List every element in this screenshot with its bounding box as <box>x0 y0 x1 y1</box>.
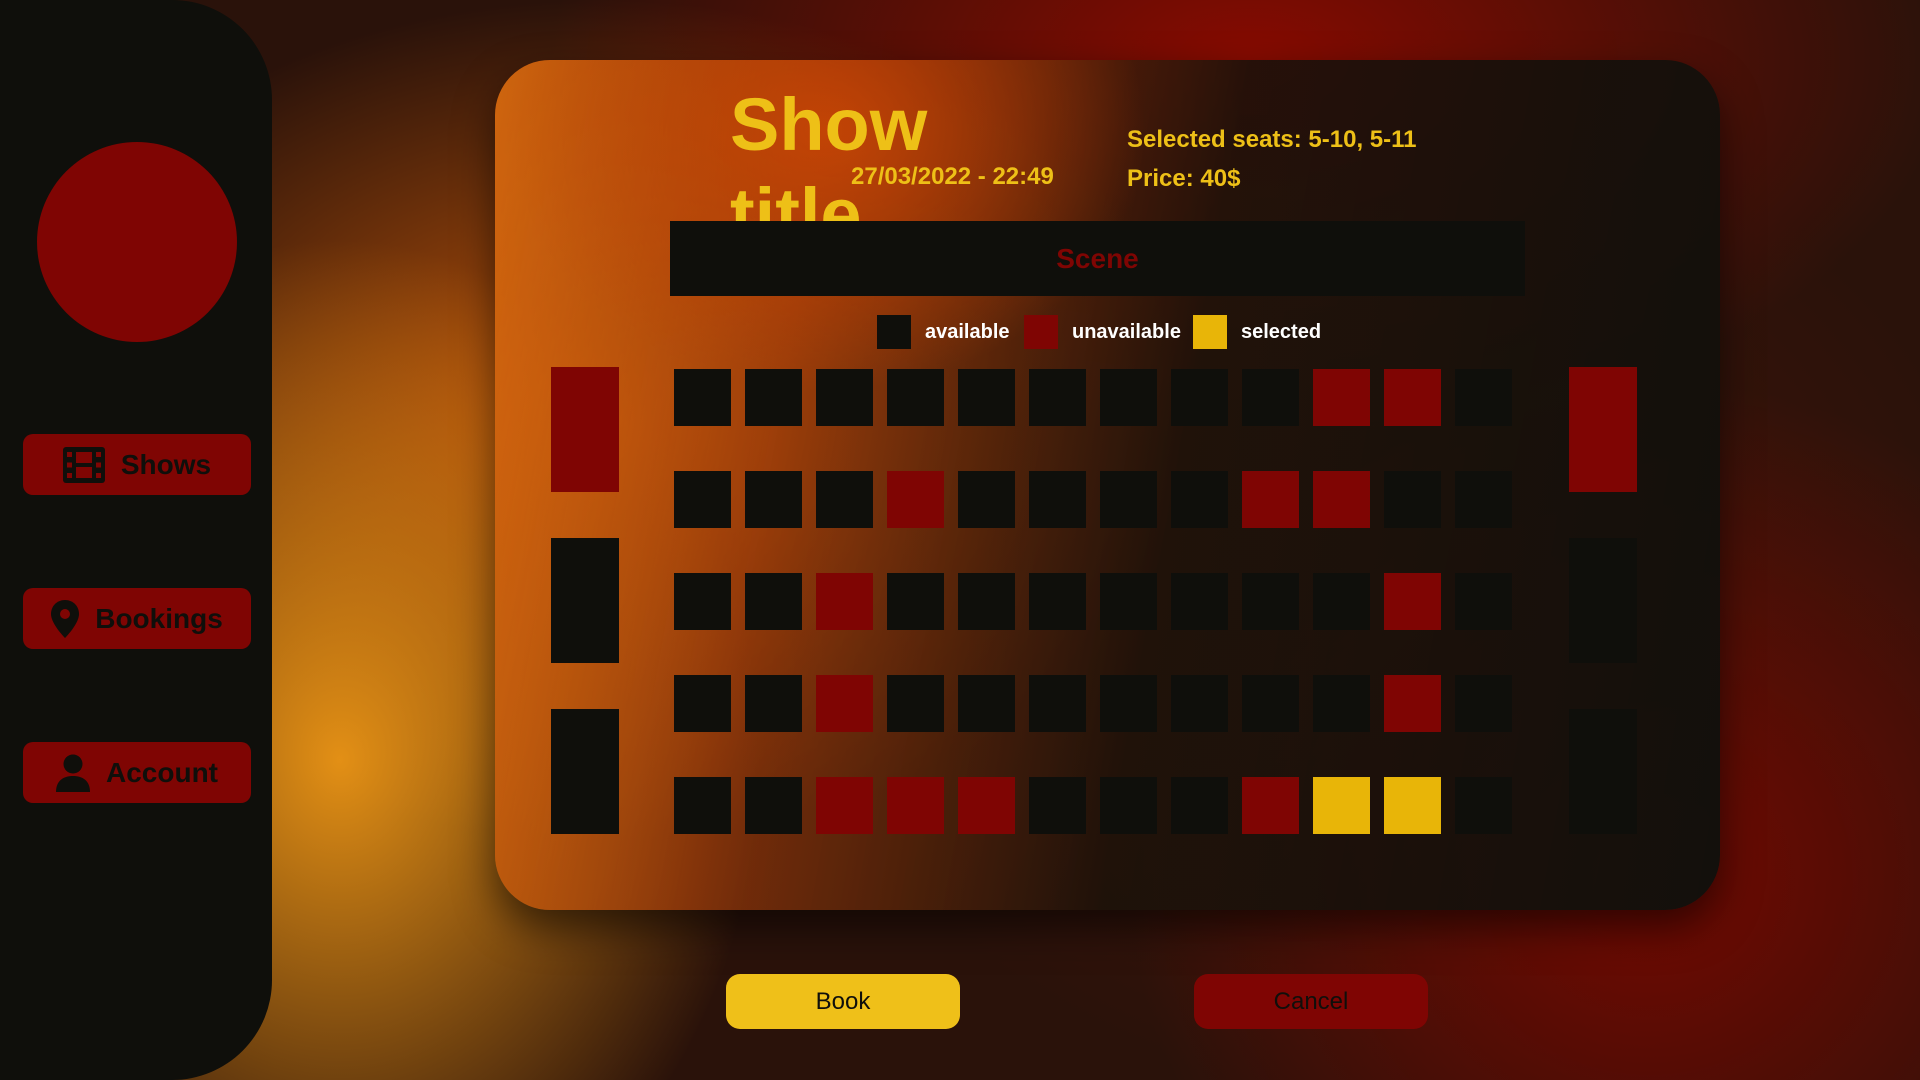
seat-4-3[interactable] <box>816 675 873 732</box>
seat-3-10[interactable] <box>1313 573 1370 630</box>
right-box-1[interactable] <box>1569 367 1637 492</box>
nav-account-label: Account <box>106 756 218 788</box>
seat-2-12[interactable] <box>1455 471 1512 528</box>
sidebar: Shows Bookings Account <box>0 0 272 1080</box>
seat-1-11[interactable] <box>1384 369 1441 426</box>
seat-4-10[interactable] <box>1313 675 1370 732</box>
legend-available: available <box>877 315 1010 349</box>
nav-bookings-label: Bookings <box>95 602 223 634</box>
seat-4-4[interactable] <box>887 675 944 732</box>
seat-1-9[interactable] <box>1242 369 1299 426</box>
seat-4-1[interactable] <box>674 675 731 732</box>
seat-5-8[interactable] <box>1171 777 1228 834</box>
seat-3-5[interactable] <box>958 573 1015 630</box>
left-box-2[interactable] <box>551 538 619 663</box>
scene-label: Scene <box>1056 242 1139 274</box>
seat-1-6[interactable] <box>1029 369 1086 426</box>
map-pin-icon <box>51 599 80 638</box>
legend-selected-swatch <box>1193 315 1227 349</box>
seat-2-8[interactable] <box>1171 471 1228 528</box>
seat-2-11[interactable] <box>1384 471 1441 528</box>
seat-5-11[interactable] <box>1384 777 1441 834</box>
seat-5-5[interactable] <box>958 777 1015 834</box>
legend-available-swatch <box>877 315 911 349</box>
seat-2-1[interactable] <box>674 471 731 528</box>
seat-5-12[interactable] <box>1455 777 1512 834</box>
seat-3-4[interactable] <box>887 573 944 630</box>
nav-shows-label: Shows <box>120 448 212 480</box>
seat-3-12[interactable] <box>1455 573 1512 630</box>
selected-seats-text: Selected seats: 5-10, 5-11 <box>1127 126 1417 153</box>
left-box-1[interactable] <box>551 367 619 492</box>
seat-3-7[interactable] <box>1100 573 1157 630</box>
seat-2-3[interactable] <box>816 471 873 528</box>
seat-2-7[interactable] <box>1100 471 1157 528</box>
seat-3-1[interactable] <box>674 573 731 630</box>
nav-account-button[interactable]: Account <box>23 742 251 803</box>
legend-selected-label: selected <box>1241 320 1322 343</box>
user-icon <box>56 754 90 792</box>
seat-5-1[interactable] <box>674 777 731 834</box>
seat-3-2[interactable] <box>745 573 802 630</box>
seat-4-12[interactable] <box>1455 675 1512 732</box>
seat-2-10[interactable] <box>1313 471 1370 528</box>
seat-1-3[interactable] <box>816 369 873 426</box>
seat-3-9[interactable] <box>1242 573 1299 630</box>
seat-3-6[interactable] <box>1029 573 1086 630</box>
seat-4-7[interactable] <box>1100 675 1157 732</box>
left-box-3[interactable] <box>551 709 619 834</box>
seat-1-7[interactable] <box>1100 369 1157 426</box>
seat-5-2[interactable] <box>745 777 802 834</box>
seat-5-4[interactable] <box>887 777 944 834</box>
scene-bar: Scene <box>670 221 1525 296</box>
seat-4-11[interactable] <box>1384 675 1441 732</box>
seat-5-6[interactable] <box>1029 777 1086 834</box>
nav-bookings-button[interactable]: Bookings <box>23 588 251 649</box>
seat-1-8[interactable] <box>1171 369 1228 426</box>
seat-2-6[interactable] <box>1029 471 1086 528</box>
seat-5-3[interactable] <box>816 777 873 834</box>
seat-3-11[interactable] <box>1384 573 1441 630</box>
seat-2-5[interactable] <box>958 471 1015 528</box>
price-text: Price: 40$ <box>1127 165 1241 192</box>
seat-4-8[interactable] <box>1171 675 1228 732</box>
legend-unavailable-swatch <box>1024 315 1058 349</box>
film-icon <box>62 446 105 483</box>
legend-unavailable: unavailable <box>1024 315 1181 349</box>
seat-1-12[interactable] <box>1455 369 1512 426</box>
seat-3-3[interactable] <box>816 573 873 630</box>
show-datetime: 27/03/2022 - 22:49 <box>851 163 1054 190</box>
seat-2-4[interactable] <box>887 471 944 528</box>
seat-3-8[interactable] <box>1171 573 1228 630</box>
avatar[interactable] <box>37 142 237 342</box>
seat-2-9[interactable] <box>1242 471 1299 528</box>
right-box-2[interactable] <box>1569 538 1637 663</box>
seat-1-10[interactable] <box>1313 369 1370 426</box>
legend-selected: selected <box>1193 315 1321 349</box>
seat-1-1[interactable] <box>674 369 731 426</box>
cancel-button-label: Cancel <box>1273 987 1349 1015</box>
seat-5-7[interactable] <box>1100 777 1157 834</box>
seat-4-9[interactable] <box>1242 675 1299 732</box>
nav-shows-button[interactable]: Shows <box>23 434 251 495</box>
right-box-3[interactable] <box>1569 709 1637 834</box>
seat-5-9[interactable] <box>1242 777 1299 834</box>
seat-4-6[interactable] <box>1029 675 1086 732</box>
seat-1-5[interactable] <box>958 369 1015 426</box>
legend-available-label: available <box>925 320 1010 343</box>
cancel-button[interactable]: Cancel <box>1194 974 1428 1029</box>
seat-4-5[interactable] <box>958 675 1015 732</box>
seat-1-2[interactable] <box>745 369 802 426</box>
seat-4-2[interactable] <box>745 675 802 732</box>
seat-1-4[interactable] <box>887 369 944 426</box>
legend-unavailable-label: unavailable <box>1072 320 1181 343</box>
book-button[interactable]: Book <box>726 974 960 1029</box>
seat-2-2[interactable] <box>745 471 802 528</box>
book-button-label: Book <box>815 987 871 1015</box>
seat-5-10[interactable] <box>1313 777 1370 834</box>
